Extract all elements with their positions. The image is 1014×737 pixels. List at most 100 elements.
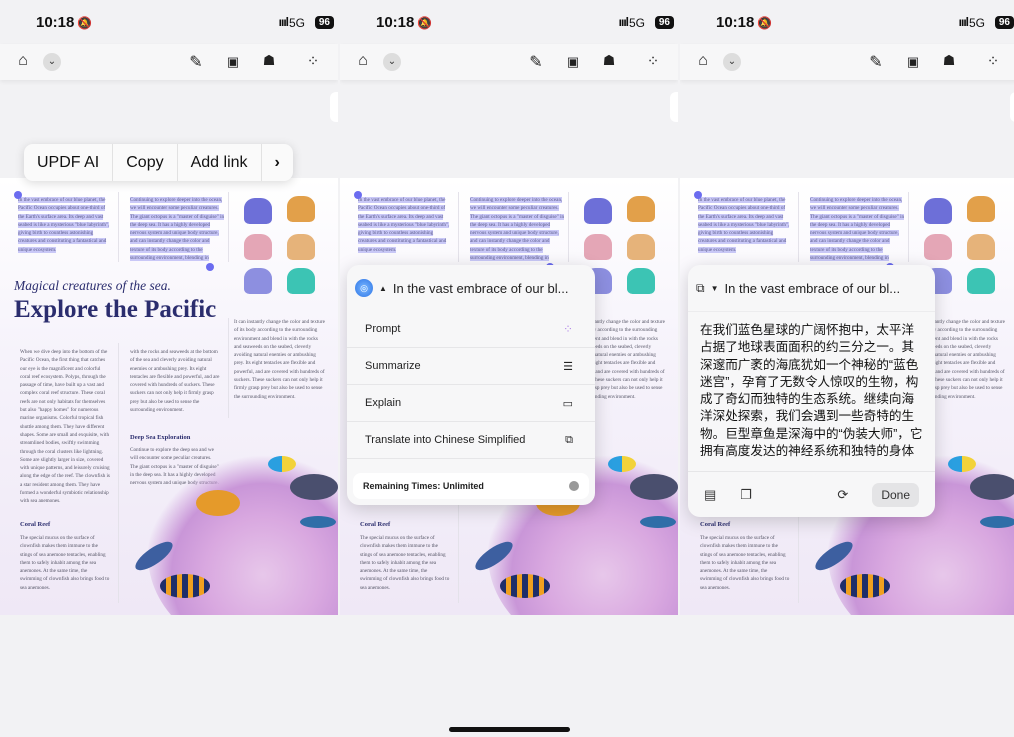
chevron-down-icon[interactable]: ⌄ (723, 53, 741, 71)
remaining-times-label: Remaining Times: Unlimited (363, 481, 484, 491)
home-icon[interactable]: ⌂ (692, 52, 714, 70)
body-text-col1: When we dive deep into the bottom of the… (20, 349, 110, 505)
status-bar: 10:18 🔕 ıııl 5G 96 (0, 12, 338, 34)
coral-image (967, 268, 995, 294)
insert-note-icon[interactable]: ▤ (704, 487, 716, 503)
highlighter-icon[interactable]: ✎ (525, 52, 547, 72)
body-text-col2: with the rocks and seaweeds at the botto… (130, 349, 220, 414)
intro-text-col2[interactable]: Continuing to explore deeper into the oc… (130, 196, 225, 262)
home-indicator[interactable] (449, 727, 570, 732)
fish-illustration (268, 456, 296, 472)
ai-item-translate[interactable]: Translate into Chinese Simplified ⧉ (347, 422, 595, 459)
apps-grid-icon[interactable]: ⁘ (302, 52, 324, 70)
highlighter-icon[interactable]: ✎ (865, 52, 887, 72)
silent-bell-icon: 🔕 (77, 16, 93, 30)
intro-text-col1[interactable]: In the vast embrace of our blue planet, … (18, 196, 112, 254)
chevron-down-icon[interactable]: ⌄ (383, 53, 401, 71)
deep-sea-heading: Deep Sea Exploration (130, 434, 191, 441)
expand-triangle-icon[interactable]: ▼ (711, 284, 719, 293)
edit-text-icon[interactable]: ▣ (222, 54, 244, 70)
coral-image (584, 198, 612, 224)
network-label: 5G (968, 16, 985, 30)
selected-text-preview: In the vast embrace of our bl... (392, 280, 569, 296)
item-label: Explain (365, 397, 402, 409)
coral-reef-heading: Coral Reef (20, 521, 51, 528)
fish-illustration (840, 574, 890, 598)
selection-start-handle[interactable] (14, 191, 22, 199)
translation-result[interactable]: 在我们蓝色星球的广阔怀抱中，太平洋占据了地球表面面积的约三分之一。其深邃而广袤的… (688, 311, 935, 457)
chevron-down-icon[interactable]: ⌄ (43, 53, 61, 71)
fill-sign-icon[interactable]: ☗ (258, 52, 280, 69)
scroll-handle[interactable] (670, 92, 678, 122)
regenerate-icon[interactable]: ⟳ (837, 487, 848, 503)
clock: 10:18 🔕 (36, 14, 93, 31)
done-button[interactable]: Done (872, 482, 919, 507)
fill-sign-icon[interactable]: ☗ (938, 52, 960, 69)
coral-image (924, 198, 952, 224)
selected-text-preview: In the vast embrace of our bl... (724, 280, 901, 296)
fish-illustration (290, 474, 338, 500)
selection-end-handle[interactable] (206, 263, 214, 271)
fish-illustration (640, 516, 676, 528)
apps-grid-icon[interactable]: ⁘ (642, 52, 664, 70)
edit-text-icon[interactable]: ▣ (902, 54, 924, 70)
coral-image (244, 268, 272, 294)
ai-item-summarize[interactable]: Summarize ☰ (347, 348, 595, 385)
coral-image (967, 234, 995, 260)
translation-panel: ⧉ ▼ In the vast embrace of our bl... 在我们… (688, 265, 935, 517)
selection-start-handle[interactable] (694, 191, 702, 199)
collapse-triangle-icon[interactable]: ▲ (379, 284, 387, 293)
menu-item-add-link[interactable]: Add link (178, 144, 262, 181)
clock: 10:18 🔕 (716, 14, 773, 31)
battery-badge: 96 (994, 16, 1014, 29)
apps-grid-icon[interactable]: ⁘ (982, 52, 1004, 70)
menu-item-copy[interactable]: Copy (113, 144, 178, 181)
info-icon[interactable] (569, 481, 579, 491)
phone-screen-context-menu: 10:18 🔕 ıııl 5G 96 ⌂ ⌄ ✎ ▣ ☗ ⁘ In the vas… (0, 0, 338, 737)
fish-illustration (160, 574, 210, 598)
fish-illustration (970, 474, 1014, 500)
coral-reef-heading: Coral Reef (360, 521, 391, 528)
silent-bell-icon: 🔕 (757, 16, 773, 30)
menu-more-chevron-icon[interactable]: › (262, 144, 293, 181)
fish-illustration (500, 574, 550, 598)
scroll-handle[interactable] (1010, 92, 1014, 122)
home-icon[interactable]: ⌂ (352, 52, 374, 70)
coral-image (924, 234, 952, 260)
ai-item-explain[interactable]: Explain ▭ (347, 385, 595, 422)
intro-text-col2[interactable]: Continuing to explore deeper into the oc… (810, 196, 905, 262)
scroll-handle[interactable] (330, 92, 338, 122)
signal-icon: ıııl (278, 15, 289, 29)
coral-image (627, 268, 655, 294)
updf-ai-menu: ◎ ▲ In the vast embrace of our bl... Pro… (347, 265, 595, 505)
speech-bubble-icon: ▭ (562, 397, 573, 410)
pdf-page: In the vast embrace of our blue planet, … (0, 178, 338, 615)
battery-badge: 96 (654, 16, 674, 29)
coral-image (244, 198, 272, 224)
coral-image (627, 196, 655, 222)
translation-header: ⧉ ▼ In the vast embrace of our bl... (688, 265, 935, 311)
intro-text-col2[interactable]: Continuing to explore deeper into the oc… (470, 196, 565, 262)
translate-icon: ⧉ (696, 280, 705, 295)
updf-ai-logo-icon: ◎ (355, 279, 373, 297)
coral-image (627, 234, 655, 260)
home-icon[interactable]: ⌂ (12, 52, 34, 70)
page-title: Explore the Pacific (14, 296, 217, 323)
status-bar: 10:18 🔕 ıııl 5G 96 (680, 12, 1014, 34)
intro-text-col1[interactable]: In the vast embrace of our blue planet, … (698, 196, 792, 254)
highlighter-icon[interactable]: ✎ (185, 52, 207, 72)
coral-reef-text: The special mucus on the surface of clow… (20, 535, 110, 591)
ai-item-prompt[interactable]: Prompt ⁘ (347, 311, 595, 348)
coral-image (287, 268, 315, 294)
edit-text-icon[interactable]: ▣ (562, 54, 584, 70)
coral-reef-heading: Coral Reef (700, 521, 731, 528)
toolbar: ⌂ ⌄ ✎ ▣ ☗ ⁘ (0, 44, 338, 80)
selection-start-handle[interactable] (354, 191, 362, 199)
clock: 10:18 🔕 (376, 14, 433, 31)
menu-item-updf-ai[interactable]: UPDF AI (24, 144, 114, 181)
coral-image (244, 234, 272, 260)
intro-text-col1[interactable]: In the vast embrace of our blue planet, … (358, 196, 452, 254)
coral-reef-text: The special mucus on the surface of clow… (700, 535, 790, 591)
fill-sign-icon[interactable]: ☗ (598, 52, 620, 69)
copy-icon[interactable]: ❐ (740, 487, 752, 503)
